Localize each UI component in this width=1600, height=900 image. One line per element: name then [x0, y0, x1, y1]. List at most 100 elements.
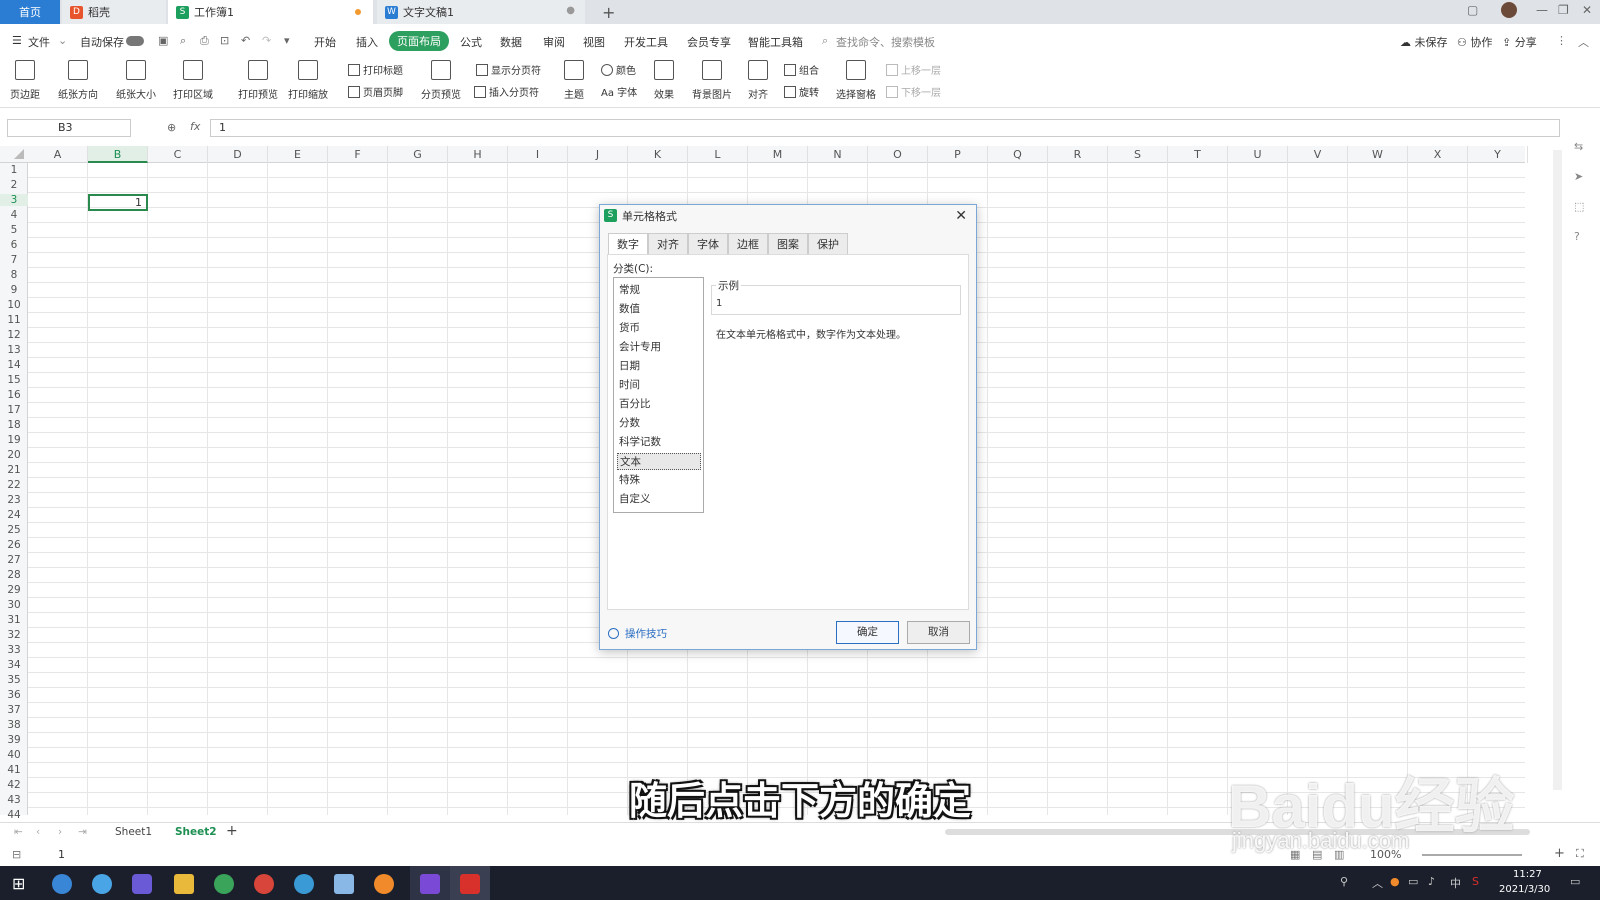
- macro-icon[interactable]: ⊟: [12, 848, 21, 861]
- menu-developer[interactable]: 开发工具: [624, 34, 668, 50]
- row-header-36[interactable]: 36: [0, 689, 28, 701]
- row-header-42[interactable]: 42: [0, 779, 28, 791]
- column-header-s[interactable]: S: [1108, 146, 1168, 163]
- menu-data[interactable]: 数据: [500, 34, 522, 50]
- dialog-tab-number[interactable]: 数字: [608, 233, 648, 255]
- header-footer-button[interactable]: 页眉页脚: [348, 84, 403, 99]
- tips-link[interactable]: 操作技巧: [608, 626, 667, 641]
- prev-sheet-icon[interactable]: ‹: [36, 826, 40, 838]
- column-header-m[interactable]: M: [748, 146, 808, 163]
- row-header-41[interactable]: 41: [0, 764, 28, 776]
- app-hex-icon[interactable]: [132, 874, 152, 894]
- menu-member[interactable]: 会员专享: [687, 34, 731, 50]
- column-header-y[interactable]: Y: [1468, 146, 1528, 163]
- media-icon[interactable]: [374, 874, 394, 894]
- font-button[interactable]: Aa 字体: [601, 84, 637, 99]
- hamburger-icon[interactable]: ☰: [12, 34, 22, 47]
- row-header-15[interactable]: 15: [0, 374, 28, 386]
- autosave-toggle[interactable]: [126, 36, 144, 46]
- print-area-button[interactable]: 打印区域: [173, 60, 213, 101]
- column-header-d[interactable]: D: [208, 146, 268, 163]
- minimize-icon[interactable]: —: [1536, 3, 1548, 17]
- cursor-icon[interactable]: ➤: [1574, 170, 1583, 183]
- row-header-24[interactable]: 24: [0, 509, 28, 521]
- column-header-l[interactable]: L: [688, 146, 748, 163]
- column-header-g[interactable]: G: [388, 146, 448, 163]
- vertical-scrollbar[interactable]: [1553, 150, 1562, 790]
- row-header-18[interactable]: 18: [0, 419, 28, 431]
- color-button[interactable]: 颜色: [601, 62, 636, 77]
- paper-size-button[interactable]: 纸张大小: [116, 60, 156, 101]
- row-header-37[interactable]: 37: [0, 704, 28, 716]
- clock-time[interactable]: 11:27: [1513, 869, 1542, 880]
- tray-app-icon[interactable]: ●: [1390, 875, 1400, 888]
- category-custom[interactable]: 自定义: [617, 491, 701, 508]
- category-accounting[interactable]: 会计专用: [617, 339, 701, 356]
- row-header-38[interactable]: 38: [0, 719, 28, 731]
- tab-workbook[interactable]: S 工作簿1: [168, 0, 373, 24]
- browser-icon[interactable]: [52, 874, 72, 894]
- group-button[interactable]: 组合: [784, 62, 819, 77]
- tab-home[interactable]: 首页: [0, 0, 60, 24]
- sheet-tab-sheet2[interactable]: Sheet2: [175, 826, 217, 838]
- column-header-h[interactable]: H: [448, 146, 508, 163]
- menu-view[interactable]: 视图: [583, 34, 605, 50]
- dialog-tab-border[interactable]: 边框: [728, 233, 768, 254]
- volume-icon[interactable]: ♪: [1428, 875, 1435, 888]
- side-panel-icon[interactable]: ⇆: [1574, 140, 1583, 153]
- column-header-o[interactable]: O: [868, 146, 928, 163]
- menu-review[interactable]: 审阅: [543, 34, 565, 50]
- dialog-tab-protection[interactable]: 保护: [808, 233, 848, 254]
- category-time[interactable]: 时间: [617, 377, 701, 394]
- format-painter-icon[interactable]: ⌕: [180, 34, 186, 48]
- add-sheet-button[interactable]: +: [226, 823, 238, 839]
- formula-input[interactable]: 1: [210, 119, 1560, 137]
- tab-daoke[interactable]: D 稻壳: [62, 0, 166, 24]
- row-header-6[interactable]: 6: [0, 239, 28, 251]
- last-sheet-icon[interactable]: ⇥: [78, 826, 87, 838]
- column-header-t[interactable]: T: [1168, 146, 1228, 163]
- video-player-icon[interactable]: [420, 874, 440, 894]
- row-header-35[interactable]: 35: [0, 674, 28, 686]
- column-header-r[interactable]: R: [1048, 146, 1108, 163]
- ok-button[interactable]: 确定: [836, 621, 899, 644]
- zoom-formula-icon[interactable]: ⊕: [167, 121, 176, 134]
- column-header-f[interactable]: F: [328, 146, 388, 163]
- column-header-x[interactable]: X: [1408, 146, 1468, 163]
- row-header-33[interactable]: 33: [0, 644, 28, 656]
- column-header-b[interactable]: B: [88, 146, 148, 163]
- row-header-28[interactable]: 28: [0, 569, 28, 581]
- ime-indicator[interactable]: 中: [1450, 875, 1461, 891]
- save-icon[interactable]: ▣: [158, 34, 168, 47]
- category-percentage[interactable]: 百分比: [617, 396, 701, 413]
- row-header-39[interactable]: 39: [0, 734, 28, 746]
- selected-cell-b3[interactable]: 1: [88, 194, 148, 211]
- fullscreen-icon[interactable]: ⛶: [1576, 847, 1584, 861]
- row-header-21[interactable]: 21: [0, 464, 28, 476]
- unsaved-button[interactable]: ☁ 未保存: [1400, 34, 1448, 50]
- menu-insert[interactable]: 插入: [356, 34, 378, 50]
- name-box[interactable]: B3: [7, 119, 131, 137]
- select-pane-button[interactable]: 选择窗格: [836, 60, 876, 101]
- column-header-w[interactable]: W: [1348, 146, 1408, 163]
- dialog-tab-font[interactable]: 字体: [688, 233, 728, 254]
- category-currency[interactable]: 货币: [617, 320, 701, 337]
- help-icon[interactable]: ?: [1574, 230, 1580, 243]
- row-header-13[interactable]: 13: [0, 344, 28, 356]
- menu-smart-tools[interactable]: 智能工具箱: [748, 34, 803, 50]
- row-header-12[interactable]: 12: [0, 329, 28, 341]
- people-icon[interactable]: ⚲: [1340, 875, 1348, 888]
- row-header-16[interactable]: 16: [0, 389, 28, 401]
- column-header-u[interactable]: U: [1228, 146, 1288, 163]
- background-button[interactable]: 背景图片: [692, 60, 732, 101]
- tray-chevron-icon[interactable]: ︿: [1372, 875, 1383, 891]
- menu-file[interactable]: 文件: [28, 34, 50, 50]
- row-header-1[interactable]: 1: [0, 164, 28, 176]
- row-header-4[interactable]: 4: [0, 209, 28, 221]
- row-header-10[interactable]: 10: [0, 299, 28, 311]
- notes-icon[interactable]: [334, 874, 354, 894]
- windows-start-icon[interactable]: ⊞: [12, 874, 25, 893]
- row-header-23[interactable]: 23: [0, 494, 28, 506]
- restore-icon[interactable]: ❐: [1558, 3, 1569, 17]
- redo-icon[interactable]: ↷: [262, 34, 271, 47]
